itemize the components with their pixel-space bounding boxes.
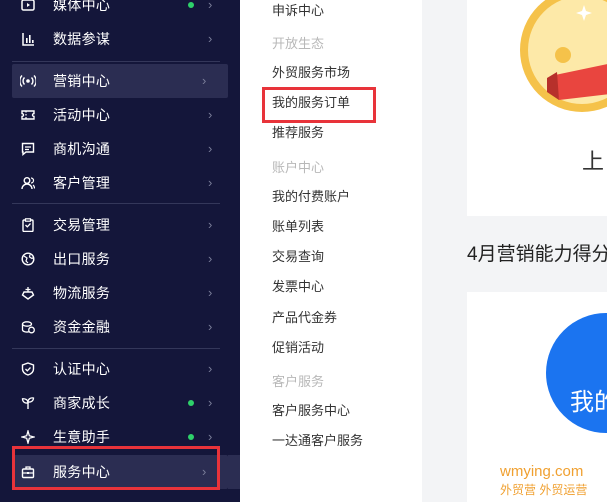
submenu-link-my-paid-account[interactable]: 我的付费账户 xyxy=(272,188,350,206)
chevron-right-icon: › xyxy=(202,73,207,88)
sidebar-divider xyxy=(12,203,220,204)
highlight-box-service-center xyxy=(12,446,220,490)
sidebar-item-media-center[interactable]: 媒体中心 › xyxy=(0,0,240,22)
chevron-right-icon: › xyxy=(208,107,213,122)
submenu-group-account-center: 账户中心 xyxy=(272,160,325,175)
submenu-link-onetouch-customer-service[interactable]: 一达通客户服务 xyxy=(272,432,363,450)
sidebar-item-activity-center[interactable]: 活动中心 › xyxy=(0,98,240,132)
sidebar-item-trade-management[interactable]: 交易管理 › xyxy=(0,208,240,242)
watermark-tagline: 外贸营 外贸运营 xyxy=(500,483,588,497)
chevron-right-icon: › xyxy=(208,31,213,46)
sidebar-item-label: 营销中心 xyxy=(53,73,111,89)
submenu-link-invoice-center[interactable]: 发票中心 xyxy=(272,278,324,296)
submenu-link-promotions[interactable]: 促销活动 xyxy=(272,339,324,357)
submenu-link-appeal-center[interactable]: 申诉中心 xyxy=(272,2,324,20)
sidebar-item-label: 生意助手 xyxy=(53,429,111,445)
submenu-group-open-ecosystem: 开放生态 xyxy=(272,36,325,51)
sidebar-item-label: 媒体中心 xyxy=(53,0,111,13)
chevron-right-icon: › xyxy=(208,141,213,156)
cargo-icon xyxy=(20,285,36,301)
submenu-link-bill-list[interactable]: 账单列表 xyxy=(272,218,324,236)
status-dot xyxy=(188,434,194,440)
sidebar: 媒体中心 › 数据参谋 › 营销中心 › 活动中心 › 商机沟通 › 客户管理 … xyxy=(0,0,240,502)
chevron-right-icon: › xyxy=(208,429,213,444)
chevron-right-icon: › xyxy=(208,285,213,300)
sidebar-item-label: 商机沟通 xyxy=(53,141,111,157)
service-center-submenu: 申诉中心 开放生态 外贸服务市场 我的服务订单 推荐服务 账户中心 我的付费账户… xyxy=(240,0,422,502)
sidebar-item-label: 资金金融 xyxy=(53,319,111,335)
clipboard-icon xyxy=(20,217,36,233)
sidebar-item-marketing-center[interactable]: 营销中心 › xyxy=(12,64,228,98)
sidebar-item-customer-management[interactable]: 客户管理 › xyxy=(0,166,240,200)
chevron-right-icon: › xyxy=(208,0,213,12)
submenu-link-customer-service-center[interactable]: 客户服务中心 xyxy=(272,402,350,420)
highlight-box-my-service-orders xyxy=(262,87,376,123)
submenu-group-customer-service: 客户服务 xyxy=(272,374,325,389)
chevron-right-icon: › xyxy=(208,175,213,190)
sidebar-item-data-advisor[interactable]: 数据参谋 › xyxy=(0,22,240,56)
watermark-domain: wmying.com xyxy=(500,463,584,480)
sidebar-item-label: 商家成长 xyxy=(53,395,111,411)
chevron-right-icon: › xyxy=(208,217,213,232)
selected-indicator xyxy=(228,455,240,489)
section-title: 4月营销能力得分 xyxy=(467,244,607,265)
sparkle-icon xyxy=(20,429,36,445)
sidebar-item-label: 物流服务 xyxy=(53,285,111,301)
sidebar-item-business-chat[interactable]: 商机沟通 › xyxy=(0,132,240,166)
chevron-right-icon: › xyxy=(208,395,213,410)
sidebar-item-finance[interactable]: 资金金融 › xyxy=(0,310,240,344)
chevron-right-icon: › xyxy=(208,361,213,376)
sprout-icon xyxy=(20,395,36,411)
sidebar-item-label: 出口服务 xyxy=(53,251,111,267)
status-dot xyxy=(188,400,194,406)
submenu-link-trade-service-market[interactable]: 外贸服务市场 xyxy=(272,64,350,82)
sidebar-item-label: 客户管理 xyxy=(53,175,111,191)
sidebar-item-certification-center[interactable]: 认证中心 › xyxy=(0,352,240,386)
shield-check-icon xyxy=(20,361,36,377)
main-content: 上 4月营销能力得分 我的 wmying.com 外贸营 外贸运营 xyxy=(422,0,607,502)
status-dot xyxy=(188,2,194,8)
sidebar-divider xyxy=(12,61,220,62)
sidebar-item-label: 数据参谋 xyxy=(53,31,111,47)
sidebar-divider xyxy=(12,348,220,349)
submenu-link-product-vouchers[interactable]: 产品代金券 xyxy=(272,309,337,327)
globe-icon xyxy=(20,251,36,267)
bar-chart-icon xyxy=(20,31,36,47)
submenu-link-transaction-query[interactable]: 交易查询 xyxy=(272,248,324,266)
broadcast-icon xyxy=(20,73,36,89)
media-icon xyxy=(20,0,36,13)
badge-illustration xyxy=(520,0,607,112)
sidebar-item-merchant-growth[interactable]: 商家成长 › xyxy=(0,386,240,420)
score-card: 上 xyxy=(467,0,607,216)
users-icon xyxy=(20,175,36,191)
sidebar-item-logistics-service[interactable]: 物流服务 › xyxy=(0,276,240,310)
chat-icon xyxy=(20,141,36,157)
coins-icon xyxy=(20,319,36,335)
ticket-icon xyxy=(20,107,36,123)
sidebar-item-label: 认证中心 xyxy=(53,361,111,377)
sidebar-item-label: 活动中心 xyxy=(53,107,111,123)
card-heading: 上 xyxy=(582,149,605,174)
submenu-link-recommended-services[interactable]: 推荐服务 xyxy=(272,124,324,142)
blue-circle-text: 我的 xyxy=(570,389,607,416)
chevron-right-icon: › xyxy=(208,251,213,266)
chevron-right-icon: › xyxy=(208,319,213,334)
sidebar-item-label: 交易管理 xyxy=(53,217,111,233)
sidebar-item-export-service[interactable]: 出口服务 › xyxy=(0,242,240,276)
